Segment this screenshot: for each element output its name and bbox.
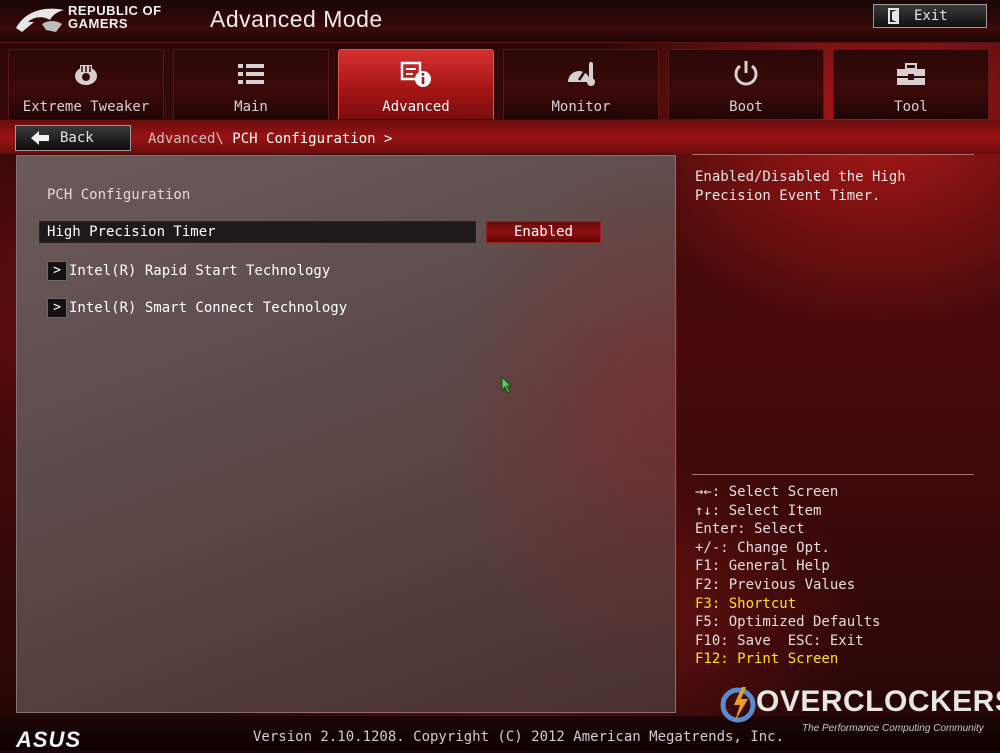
breadcrumb: Advanced\ PCH Configuration >: [148, 131, 392, 147]
tab-monitor[interactable]: Monitor: [503, 49, 659, 119]
exit-button[interactable]: Exit: [873, 4, 987, 28]
tab-tool[interactable]: Tool: [833, 49, 989, 119]
section-title: PCH Configuration: [47, 187, 191, 203]
help-top-divider: [692, 154, 974, 155]
submenu-label: Intel(R) Smart Connect Technology: [69, 300, 348, 316]
mode-title: Advanced Mode: [210, 6, 383, 32]
tab-label: Monitor: [551, 99, 611, 115]
submenu-rapid-start[interactable]: > Intel(R) Rapid Start Technology: [47, 260, 330, 282]
key-legend-item-print-screen[interactable]: F12: Print Screen: [695, 650, 880, 669]
key-legend-item: F2: Previous Values: [695, 576, 856, 593]
exit-label: Exit: [914, 8, 948, 24]
gauge-icon: [568, 62, 595, 86]
back-label: Back: [60, 130, 94, 146]
key-legend-item-shortcut[interactable]: F3: Shortcut: [695, 595, 880, 614]
key-legend-item: F5: Optimized Defaults: [695, 614, 881, 631]
tab-extreme-tweaker[interactable]: Extreme Tweaker: [8, 49, 164, 119]
tab-advanced[interactable]: Advanced: [338, 49, 494, 119]
option-label: High Precision Timer: [47, 224, 216, 240]
breadcrumb-current: PCH Configuration >: [232, 131, 393, 147]
submenu-label: Intel(R) Rapid Start Technology: [69, 263, 331, 279]
submenu-arrow-icon: >: [47, 261, 67, 281]
key-legend-item: +/-: Change Opt.: [695, 539, 830, 556]
key-legend-item: Enter: Select: [695, 521, 805, 538]
tab-label: Boot: [729, 99, 763, 115]
watermark-tagline: The Performance Computing Community: [802, 723, 984, 734]
chip-icon: [75, 65, 97, 85]
back-arrow-icon: [31, 131, 49, 145]
option-high-precision-timer[interactable]: High Precision Timer: [39, 221, 476, 243]
help-text: Enabled/Disabled the High Precision Even…: [695, 169, 906, 204]
watermark-text: OVERCLOCKERS: [756, 685, 1000, 718]
key-legend-item: ↑↓: Select Item: [695, 502, 822, 519]
key-legend-item: →←: Select Screen: [695, 484, 839, 500]
exit-door-icon: [888, 8, 899, 24]
key-legend-item: F1: General Help: [695, 558, 830, 575]
breadcrumb-parent[interactable]: Advanced\: [148, 131, 224, 147]
back-button[interactable]: Back: [15, 125, 131, 151]
tab-label: Advanced: [382, 99, 450, 115]
settings-info-icon: [400, 61, 431, 87]
overclockers-logo-icon: [720, 687, 756, 723]
tab-label: Main: [234, 99, 268, 115]
tab-main[interactable]: Main: [173, 49, 329, 119]
version-text: Version 2.10.1208. Copyright (C) 2012 Am…: [253, 729, 785, 745]
brand-line-2: GAMERS: [68, 16, 129, 31]
submenu-arrow-icon: >: [47, 298, 67, 318]
asus-logo: ASUS: [16, 727, 82, 752]
power-icon: [734, 61, 758, 86]
help-bottom-divider: [692, 474, 974, 475]
rog-brand-text: REPUBLIC OF GAMERS: [68, 4, 162, 30]
key-legend-item: F10: Save ESC: Exit: [695, 632, 864, 649]
toolbox-icon: [897, 63, 925, 85]
mouse-cursor-icon: [501, 376, 513, 394]
option-value-dropdown[interactable]: Enabled: [486, 221, 601, 243]
tab-label: Tool: [894, 99, 928, 115]
key-legend: →←: Select Screen ↑↓: Select Item Enter:…: [695, 483, 880, 669]
overclockers-watermark: OVERCLOCKERS The Performance Computing C…: [718, 683, 1000, 741]
settings-panel: PCH Configuration High Precision Timer E…: [16, 155, 677, 713]
submenu-smart-connect[interactable]: > Intel(R) Smart Connect Technology: [47, 297, 347, 319]
tab-boot[interactable]: Boot: [668, 49, 824, 119]
tab-label: Extreme Tweaker: [22, 99, 150, 115]
list-icon: [238, 64, 264, 84]
